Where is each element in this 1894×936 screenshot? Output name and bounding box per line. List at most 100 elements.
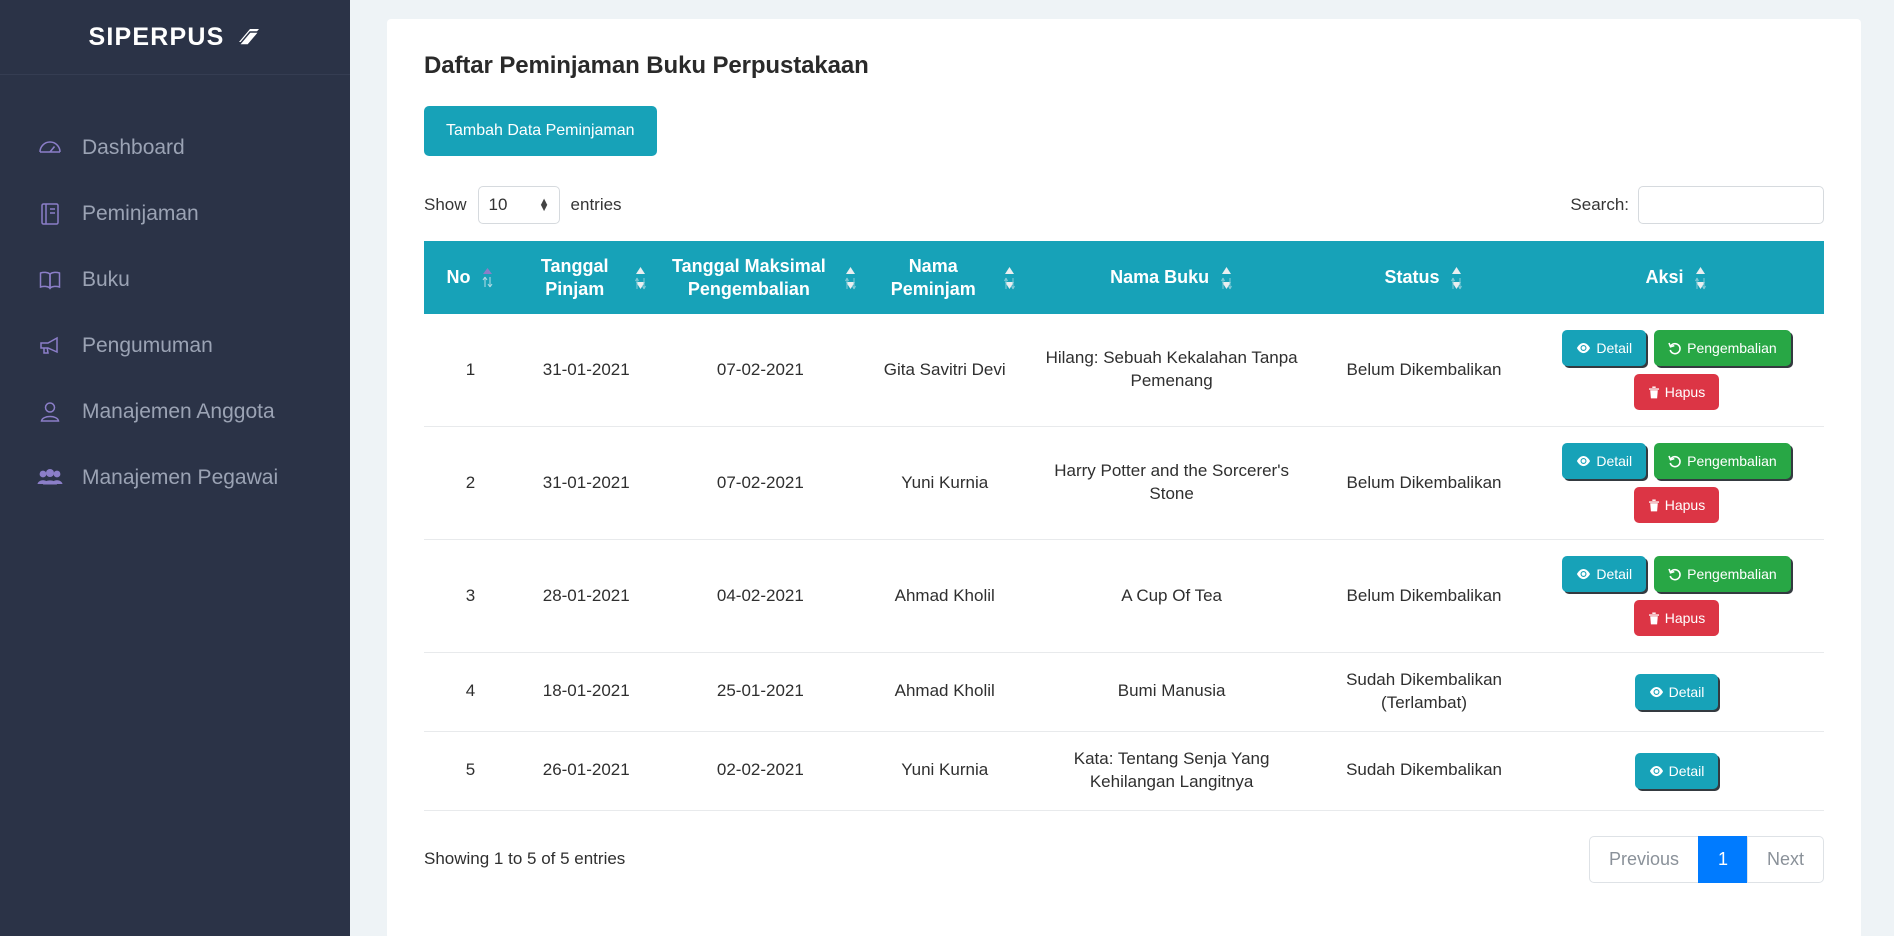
sidebar-item-manajemen-anggota[interactable]: Manajemen Anggota [0,379,350,445]
cell-aksi: Detail Pengembalian Hapus [1528,539,1824,653]
table-row: 2 31-01-2021 07-02-2021 Yuni Kurnia Harr… [424,426,1824,540]
search-label: Search: [1570,195,1629,214]
hapus-button[interactable]: Hapus [1633,487,1720,523]
cell-nama-peminjam: Yuni Kurnia [865,731,1025,811]
add-peminjaman-button[interactable]: Tambah Data Peminjaman [424,106,657,156]
cell-tanggal-pinjam: 18-01-2021 [517,652,656,732]
column-header-nama-buku[interactable]: Nama Buku [1024,241,1320,314]
table-header-row: No Tanggal Pinjam Tanggal Maksimal Penge… [424,241,1824,314]
detail-button[interactable]: Detail [1634,752,1719,789]
pengembalian-button[interactable]: Pengembalian [1654,330,1791,366]
table-row: 1 31-01-2021 07-02-2021 Gita Savitri Dev… [424,314,1824,427]
sidebar-item-label: Manajemen Pegawai [82,466,279,489]
undo-icon [1668,342,1682,355]
book-open-icon [37,267,63,293]
cell-tanggal-pinjam: 26-01-2021 [517,731,656,811]
column-header-label: No [446,267,471,288]
cell-no: 4 [424,652,518,732]
users-group-icon [37,465,63,491]
page-length-select[interactable]: 10 ▲ ▼ [477,186,560,224]
column-header-status[interactable]: Status [1319,241,1529,314]
pengembalian-button[interactable]: Pengembalian [1654,443,1791,479]
cell-nama-buku: Harry Potter and the Sorcerer's Stone [1024,426,1320,540]
cell-no: 3 [424,539,518,653]
cell-status: Belum Dikembalikan [1319,314,1529,427]
user-icon [37,399,63,425]
book-stack-icon [236,26,262,48]
cell-status: Belum Dikembalikan [1319,539,1529,653]
eye-icon [1576,342,1591,354]
peminjaman-table: No Tanggal Pinjam Tanggal Maksimal Penge… [424,241,1824,811]
detail-button[interactable]: Detail [1634,673,1719,710]
pengembalian-button[interactable]: Pengembalian [1654,556,1791,592]
detail-button-label: Detail [1596,566,1633,582]
search-control: Search: [1570,186,1824,224]
sidebar-item-label: Manajemen Anggota [82,400,275,423]
trash-icon [1648,612,1660,625]
detail-button-label: Detail [1668,762,1705,779]
sidebar-item-label: Peminjaman [82,202,199,225]
sidebar-item-buku[interactable]: Buku [0,247,350,313]
sidebar-item-pengumuman[interactable]: Pengumuman [0,313,350,379]
hapus-button-label: Hapus [1664,497,1706,513]
cell-tanggal-maksimal: 07-02-2021 [655,314,866,427]
cell-tanggal-pinjam: 31-01-2021 [517,426,656,540]
sort-icon [1219,265,1233,291]
cell-no: 1 [424,314,518,427]
sort-icon [1450,265,1464,291]
pagination: Previous 1 Next [1588,835,1824,883]
cell-nama-buku: Bumi Manusia [1024,652,1320,732]
detail-button[interactable]: Detail [1562,330,1647,366]
cell-no: 5 [424,731,518,811]
search-input[interactable] [1638,186,1824,224]
entries-label: entries [570,195,622,214]
sidebar-item-manajemen-pegawai[interactable]: Manajemen Pegawai [0,445,350,511]
cell-nama-peminjam: Ahmad Kholil [865,539,1025,653]
cell-aksi: Detail Pengembalian Hapus [1528,314,1824,427]
sidebar-item-peminjaman[interactable]: Peminjaman [0,181,350,247]
cell-status: Sudah Dikembalikan [1319,731,1529,811]
cell-nama-peminjam: Yuni Kurnia [865,426,1025,540]
eye-icon [1649,765,1664,777]
undo-icon [1668,455,1682,468]
brand-header[interactable]: SIPERPUS [0,0,350,75]
megaphone-icon [37,333,63,359]
pagination-previous[interactable]: Previous [1588,835,1699,883]
table-controls: Show 10 ▲ ▼ entries Search: [424,186,1824,224]
cell-nama-buku: Hilang: Sebuah Kekalahan Tanpa Pemenang [1024,314,1320,427]
column-header-tanggal-pinjam[interactable]: Tanggal Pinjam [517,241,656,314]
cell-tanggal-maksimal: 04-02-2021 [655,539,866,653]
column-header-tanggal-maksimal[interactable]: Tanggal Maksimal Pengembalian [655,241,866,314]
hapus-button-label: Hapus [1664,610,1706,626]
pengembalian-button-label: Pengembalian [1687,566,1777,582]
column-header-aksi[interactable]: Aksi [1528,241,1824,314]
cell-status: Belum Dikembalikan [1319,426,1529,540]
column-header-label: Tanggal Pinjam [540,256,609,299]
sidebar-item-label: Buku [82,268,130,291]
detail-button[interactable]: Detail [1562,556,1647,592]
column-header-nama-peminjam[interactable]: Nama Peminjam [865,241,1025,314]
detail-button-label: Detail [1596,453,1633,469]
show-label: Show [424,195,467,214]
hapus-button[interactable]: Hapus [1633,374,1720,410]
eye-icon [1649,686,1664,698]
sort-icon [1694,265,1708,291]
detail-button-label: Detail [1596,340,1633,356]
hapus-button[interactable]: Hapus [1633,600,1720,636]
cell-aksi: Detail [1528,652,1824,732]
cell-nama-peminjam: Gita Savitri Devi [865,314,1025,427]
sidebar-item-dashboard[interactable]: Dashboard [0,115,350,181]
undo-icon [1668,568,1682,581]
table-footer: Showing 1 to 5 of 5 entries Previous 1 N… [424,835,1824,883]
cell-aksi: Detail Pengembalian Hapus [1528,426,1824,540]
pagination-next[interactable]: Next [1746,835,1824,883]
sidebar: SIPERPUS Dashboard Peminjaman Buku Pengu… [0,0,350,936]
stepper-arrows-icon: ▲ ▼ [538,196,550,214]
table-head: No Tanggal Pinjam Tanggal Maksimal Penge… [424,241,1824,314]
column-header-label: Aksi [1645,267,1684,288]
table-info: Showing 1 to 5 of 5 entries [424,849,626,869]
detail-button[interactable]: Detail [1562,443,1647,479]
column-header-no[interactable]: No [424,241,518,314]
pagination-page-1[interactable]: 1 [1697,835,1748,883]
detail-button-label: Detail [1668,683,1705,700]
